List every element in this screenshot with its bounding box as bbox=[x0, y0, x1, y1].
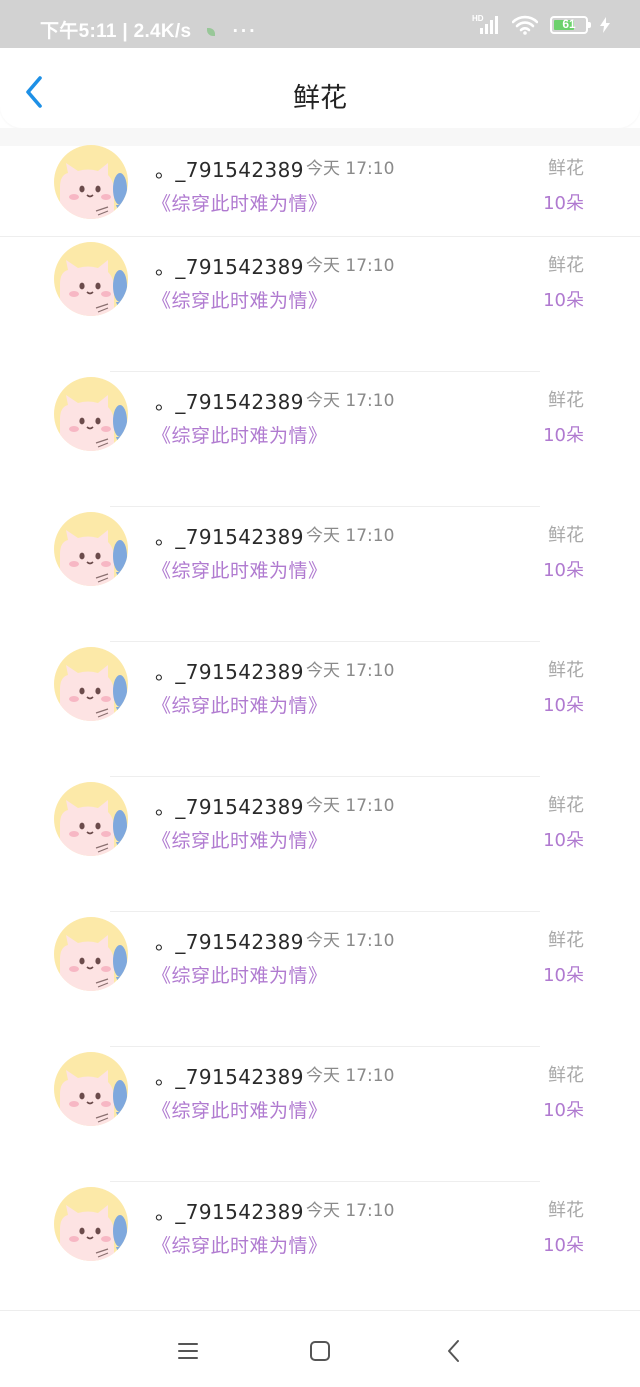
cat-avatar-icon bbox=[54, 145, 128, 219]
record-time: 今天 17:10 bbox=[306, 391, 395, 411]
flower-record-row[interactable]: 。_791542389 今天 17:10 《综穿此时难为情》 鲜花 10朵 bbox=[0, 140, 640, 237]
flower-record-row[interactable]: 。_791542389 今天 17:10 《综穿此时难为情》 鲜花 10朵 bbox=[0, 372, 640, 507]
sender-name[interactable]: 。_791542389 bbox=[155, 791, 304, 820]
book-title-link[interactable]: 《综穿此时难为情》 bbox=[152, 286, 328, 313]
record-time: 今天 17:10 bbox=[306, 159, 395, 179]
avatar[interactable] bbox=[54, 1187, 128, 1261]
sender-name[interactable]: 。_791542389 bbox=[155, 521, 304, 550]
cat-avatar-icon bbox=[54, 647, 128, 721]
system-nav-bar bbox=[0, 1310, 640, 1387]
charging-icon bbox=[600, 17, 610, 33]
sender-name[interactable]: 。_791542389 bbox=[155, 386, 304, 415]
gift-type: 鲜花 bbox=[548, 158, 584, 179]
header: 鲜花 bbox=[0, 48, 640, 128]
gift-amount: 10朵 bbox=[543, 193, 584, 214]
gift-type: 鲜花 bbox=[548, 525, 584, 546]
sender-name[interactable]: 。_791542389 bbox=[155, 926, 304, 955]
avatar[interactable] bbox=[54, 917, 128, 991]
sender-name[interactable]: 。_791542389 bbox=[155, 251, 304, 280]
book-title-link[interactable]: 《综穿此时难为情》 bbox=[152, 691, 328, 718]
gift-type: 鲜花 bbox=[548, 390, 584, 411]
avatar[interactable] bbox=[54, 647, 128, 721]
avatar[interactable] bbox=[54, 242, 128, 316]
home-button[interactable] bbox=[302, 1333, 338, 1369]
book-title-link[interactable]: 《综穿此时难为情》 bbox=[152, 826, 328, 853]
cat-avatar-icon bbox=[54, 377, 128, 451]
gift-type: 鲜花 bbox=[548, 795, 584, 816]
network-speed: 2.4K/s bbox=[133, 21, 192, 42]
avatar[interactable] bbox=[54, 512, 128, 586]
book-title-link[interactable]: 《综穿此时难为情》 bbox=[152, 1231, 328, 1258]
gift-amount: 10朵 bbox=[543, 695, 584, 716]
sender-name[interactable]: 。_791542389 bbox=[155, 154, 304, 183]
gift-type: 鲜花 bbox=[548, 1065, 584, 1086]
flower-record-row[interactable]: 。_791542389 今天 17:10 《综穿此时难为情》 鲜花 10朵 bbox=[0, 642, 640, 777]
status-bar: 下午5:11 | 2.4K/s ··· HD 61 bbox=[0, 0, 640, 48]
wifi-icon bbox=[512, 15, 538, 35]
book-title-link[interactable]: 《综穿此时难为情》 bbox=[152, 421, 328, 448]
cat-avatar-icon bbox=[54, 1052, 128, 1126]
cat-avatar-icon bbox=[54, 782, 128, 856]
gift-type: 鲜花 bbox=[548, 930, 584, 951]
status-left: 下午5:11 | 2.4K/s ··· bbox=[40, 16, 258, 43]
sender-name[interactable]: 。_791542389 bbox=[155, 656, 304, 685]
more-notifications-icon: ··· bbox=[232, 21, 258, 42]
sender-name[interactable]: 。_791542389 bbox=[155, 1196, 304, 1225]
cat-avatar-icon bbox=[54, 242, 128, 316]
flower-record-row[interactable]: 。_791542389 今天 17:10 《综穿此时难为情》 鲜花 10朵 bbox=[0, 777, 640, 912]
flower-record-list[interactable]: 。_791542389 今天 17:10 《综穿此时难为情》 鲜花 10朵 。_… bbox=[0, 140, 640, 1317]
system-back-button[interactable] bbox=[436, 1333, 472, 1369]
avatar[interactable] bbox=[54, 377, 128, 451]
flower-record-row[interactable]: 。_791542389 今天 17:10 《综穿此时难为情》 鲜花 10朵 bbox=[0, 237, 640, 372]
book-title-link[interactable]: 《综穿此时难为情》 bbox=[152, 961, 328, 988]
book-title-link[interactable]: 《综穿此时难为情》 bbox=[152, 1096, 328, 1123]
cat-avatar-icon bbox=[54, 1187, 128, 1261]
gift-amount: 10朵 bbox=[543, 965, 584, 986]
flower-record-row[interactable]: 。_791542389 今天 17:10 《综穿此时难为情》 鲜花 10朵 bbox=[0, 1047, 640, 1182]
gift-amount: 10朵 bbox=[543, 425, 584, 446]
gift-amount: 10朵 bbox=[543, 830, 584, 851]
record-time: 今天 17:10 bbox=[306, 661, 395, 681]
avatar[interactable] bbox=[54, 145, 128, 219]
flower-record-row[interactable]: 。_791542389 今天 17:10 《综穿此时难为情》 鲜花 10朵 bbox=[0, 912, 640, 1047]
gift-type: 鲜花 bbox=[548, 660, 584, 681]
cat-avatar-icon bbox=[54, 917, 128, 991]
gift-amount: 10朵 bbox=[543, 290, 584, 311]
cat-avatar-icon bbox=[54, 512, 128, 586]
record-time: 今天 17:10 bbox=[306, 256, 395, 276]
gift-amount: 10朵 bbox=[543, 1100, 584, 1121]
record-time: 今天 17:10 bbox=[306, 796, 395, 816]
battery-icon: 61 bbox=[550, 16, 591, 34]
home-square-icon bbox=[310, 1341, 330, 1361]
menu-icon bbox=[178, 1343, 198, 1359]
status-separator: | bbox=[122, 21, 128, 42]
gift-amount: 10朵 bbox=[543, 560, 584, 581]
record-time: 今天 17:10 bbox=[306, 1201, 395, 1221]
battery-level: 61 bbox=[562, 17, 576, 31]
status-time: 下午5:11 bbox=[40, 21, 117, 42]
sender-name[interactable]: 。_791542389 bbox=[155, 1061, 304, 1090]
flower-record-row[interactable]: 。_791542389 今天 17:10 《综穿此时难为情》 鲜花 10朵 bbox=[0, 507, 640, 642]
page-title: 鲜花 bbox=[293, 83, 347, 114]
book-title-link[interactable]: 《综穿此时难为情》 bbox=[152, 556, 328, 583]
signal-icon: HD bbox=[472, 14, 500, 36]
record-time: 今天 17:10 bbox=[306, 931, 395, 951]
gift-amount: 10朵 bbox=[543, 1235, 584, 1256]
book-title-link[interactable]: 《综穿此时难为情》 bbox=[152, 189, 328, 216]
menu-button[interactable] bbox=[170, 1333, 206, 1369]
gift-type: 鲜花 bbox=[548, 255, 584, 276]
gift-type: 鲜花 bbox=[548, 1200, 584, 1221]
record-time: 今天 17:10 bbox=[306, 526, 395, 546]
record-time: 今天 17:10 bbox=[306, 1066, 395, 1086]
leaf-icon bbox=[206, 27, 215, 36]
avatar[interactable] bbox=[54, 1052, 128, 1126]
status-right: HD 61 bbox=[472, 14, 610, 36]
back-triangle-icon bbox=[448, 1340, 459, 1362]
hd-label: HD bbox=[472, 14, 484, 23]
flower-record-row[interactable]: 。_791542389 今天 17:10 《综穿此时难为情》 鲜花 10朵 bbox=[0, 1182, 640, 1317]
avatar[interactable] bbox=[54, 782, 128, 856]
